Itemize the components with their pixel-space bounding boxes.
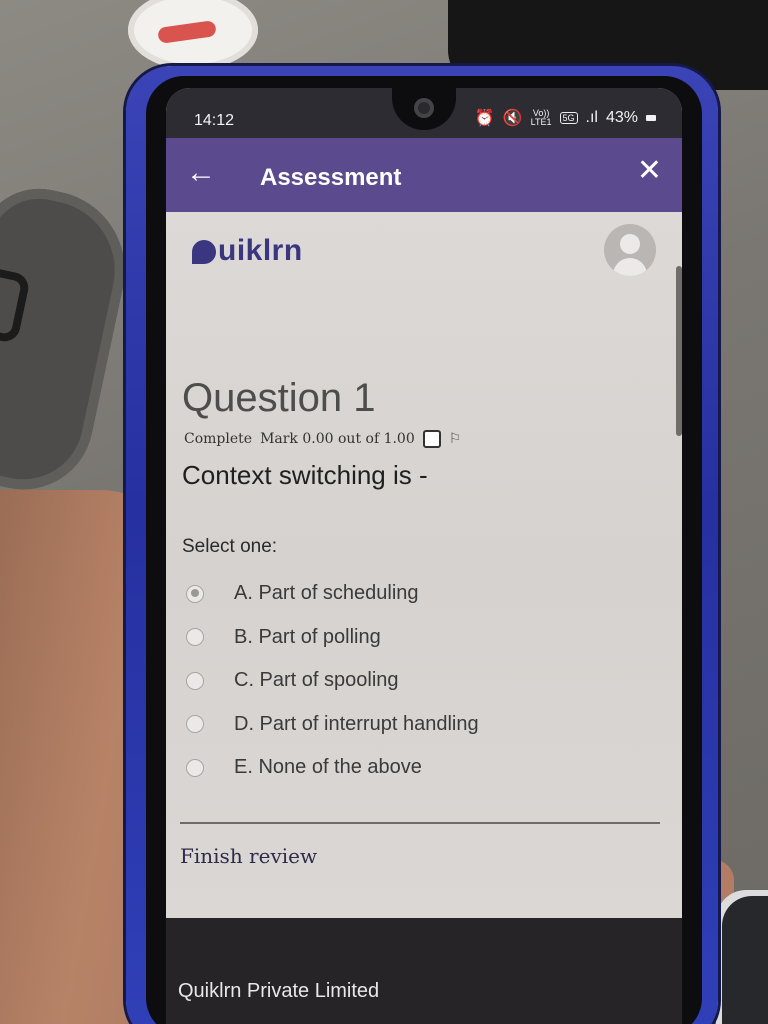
- status-icons: ⏰ 🔇 Vo)) LTE1 5G .ıl 43%: [475, 108, 656, 128]
- close-icon[interactable]: ✕: [637, 156, 662, 186]
- app-bar: ← Assessment ✕: [166, 138, 682, 212]
- mute-icon: 🔇: [502, 110, 523, 127]
- question-mark: Mark 0.00 out of 1.00: [260, 431, 415, 447]
- app-bar-title: Assessment: [260, 164, 402, 191]
- back-arrow-icon[interactable]: ←: [186, 158, 216, 188]
- question-text: Context switching is -: [182, 460, 428, 490]
- divider: [180, 822, 660, 824]
- page-footer: Quiklrn Private Limited: [166, 918, 682, 1024]
- flag-icon[interactable]: ⚐: [449, 431, 462, 447]
- radio-button[interactable]: [186, 671, 204, 690]
- radio-button[interactable]: [186, 715, 204, 734]
- select-one-label: Select one:: [182, 536, 278, 557]
- flag-question-checkbox[interactable]: [422, 430, 441, 448]
- logo-wordmark: uiklrn: [218, 234, 303, 267]
- option-label: B. Part of polling: [234, 625, 381, 648]
- signal-icon: .ıl: [585, 109, 598, 126]
- footer-company: Quiklrn Private Limited: [178, 980, 380, 1002]
- answer-option-a[interactable]: A. Part of scheduling: [186, 572, 656, 616]
- alarm-icon: ⏰: [474, 110, 495, 127]
- logo-q-mark: [192, 240, 216, 264]
- battery-percent: 43%: [605, 109, 638, 126]
- answer-option-b[interactable]: B. Part of polling: [186, 616, 656, 660]
- finish-review-link[interactable]: Finish review: [180, 844, 317, 868]
- assessment-content: uiklrn Question 1 Complete Mark 0.00 out…: [166, 212, 682, 918]
- volte-indicator: Vo)) LTE1: [531, 109, 552, 127]
- answer-option-d[interactable]: D. Part of interrupt handling: [186, 703, 656, 747]
- question-state: Complete: [184, 431, 253, 447]
- network-badge: 5G: [559, 112, 578, 124]
- answer-option-c[interactable]: C. Part of spooling: [186, 659, 656, 703]
- lte-label: LTE1: [530, 117, 552, 127]
- radio-button[interactable]: [186, 584, 204, 603]
- question-info: Complete Mark 0.00 out of 1.00 ⚐: [184, 430, 461, 448]
- quiklrn-logo[interactable]: uiklrn: [192, 234, 303, 268]
- radio-button[interactable]: [186, 758, 204, 777]
- status-time: 14:12: [194, 112, 235, 129]
- answer-options: A. Part of scheduling B. Part of polling…: [186, 572, 656, 790]
- phone-screen: 14:12 ⏰ 🔇 Vo)) LTE1 5G .ıl 43% ← Assessm…: [166, 88, 682, 1024]
- paper-plate: [128, 0, 258, 70]
- option-label: A. Part of scheduling: [234, 582, 419, 605]
- user-avatar-icon[interactable]: [604, 224, 656, 276]
- radio-button[interactable]: [186, 628, 204, 647]
- logo-text: uiklrn: [218, 234, 303, 268]
- answer-option-e[interactable]: E. None of the above: [186, 746, 656, 790]
- battery-icon: [646, 115, 656, 121]
- background-shoe: [0, 177, 140, 503]
- front-camera: [414, 98, 434, 118]
- question-heading: Question 1: [182, 376, 376, 420]
- background-sneaker: [716, 890, 768, 1024]
- scrollbar-thumb[interactable]: [676, 266, 682, 436]
- option-label: D. Part of interrupt handling: [234, 712, 479, 735]
- shoe-strap: [0, 263, 32, 345]
- option-label: E. None of the above: [234, 756, 422, 779]
- option-label: C. Part of spooling: [234, 669, 399, 692]
